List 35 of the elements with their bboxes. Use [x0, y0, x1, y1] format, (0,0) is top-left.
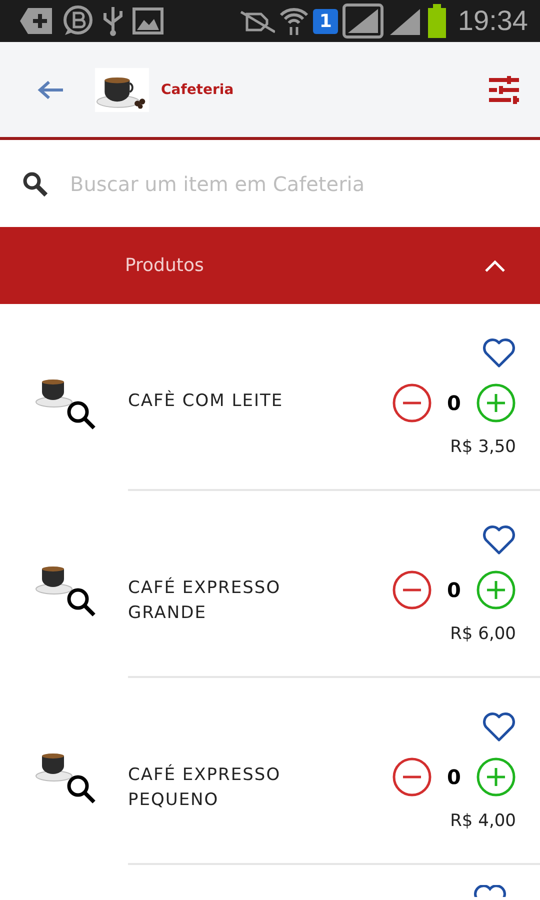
filter-icon[interactable]	[488, 74, 520, 104]
back-arrow-icon[interactable]	[37, 78, 65, 100]
product-name: CAFÈ COM LEITE	[128, 389, 284, 413]
plus-icon[interactable]	[476, 382, 516, 422]
minus-icon[interactable]	[392, 382, 432, 422]
plus-icon[interactable]	[476, 756, 516, 796]
heart-icon[interactable]	[482, 524, 516, 556]
wifi-icon	[279, 5, 310, 37]
section-title: Produtos	[125, 255, 204, 276]
notification-icon	[20, 6, 54, 36]
product-price: R$ 6,00	[450, 624, 516, 644]
minus-icon[interactable]	[392, 570, 432, 610]
section-header[interactable]: Produtos	[0, 227, 540, 304]
battery-icon	[426, 3, 448, 39]
product-price: R$ 4,00	[450, 810, 516, 830]
image-icon	[132, 6, 164, 36]
chat-icon	[62, 5, 94, 37]
usb-icon	[102, 5, 124, 37]
sim-badge: 1	[313, 8, 338, 34]
heart-icon[interactable]	[482, 336, 516, 368]
heart-icon[interactable]	[482, 710, 516, 742]
product-price: R$ 3,50	[450, 436, 516, 456]
product-name: CAFÉ EXPRESSO GRANDE	[128, 576, 282, 625]
quantity-value: 0	[446, 390, 462, 414]
plus-icon[interactable]	[476, 570, 516, 610]
quantity-value: 0	[446, 764, 462, 788]
signal-icon	[342, 3, 384, 39]
search-icon	[22, 170, 48, 196]
product-name: CAFÉ EXPRESSO PEQUENO	[128, 763, 282, 812]
store-name: Cafeteria	[161, 82, 234, 98]
search-field[interactable]: Buscar um item em Cafeteria	[68, 170, 518, 196]
minus-icon[interactable]	[392, 756, 432, 796]
quantity-value: 0	[446, 578, 462, 602]
status-time: 19:34	[458, 5, 528, 37]
chevron-icon[interactable]	[484, 258, 506, 272]
